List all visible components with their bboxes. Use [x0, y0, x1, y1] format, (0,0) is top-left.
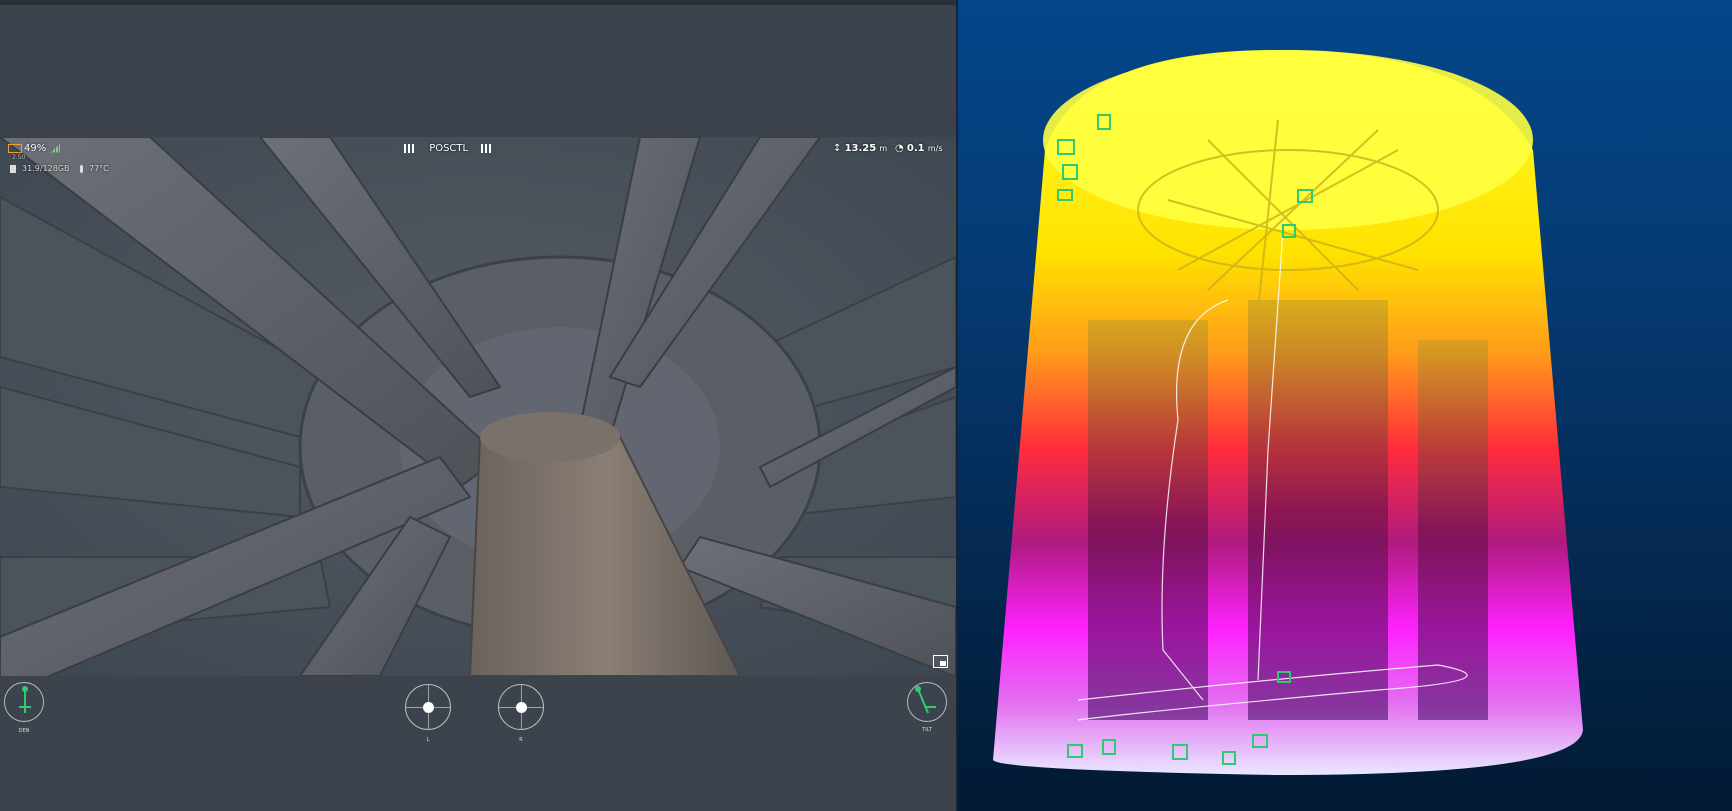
pointcloud-view[interactable]	[958, 0, 1732, 811]
drone-camera-panel: 49% 2.50 31.9/128GB 77°C POSCTL ↕ 13.25 …	[0, 0, 956, 811]
right-stick-knob[interactable]	[516, 702, 527, 713]
temperature-status: 77°C	[80, 163, 109, 175]
pip-toggle-icon[interactable]	[933, 655, 948, 668]
altitude-value: 13.25	[844, 143, 877, 154]
altitude-icon: ↕	[833, 143, 842, 154]
altitude-readout: ↕ 13.25 m	[833, 143, 887, 155]
temperature-value: 77°C	[89, 164, 109, 173]
speed-value: 0.1	[906, 143, 925, 154]
tilt-gauge-label: TILT	[922, 727, 932, 733]
speed-readout: ◔ 0.1 m/s	[895, 143, 942, 155]
sd-card-icon	[10, 164, 16, 173]
speedometer-icon: ◔	[895, 143, 904, 154]
storage-value: 31.9/128GB	[22, 164, 70, 173]
battery-percent: 49%	[24, 143, 47, 154]
right-bars-icon	[481, 143, 494, 153]
heading-gauge-label: DEN	[18, 728, 30, 734]
flight-mode-indicator[interactable]: POSCTL	[404, 143, 494, 155]
heading-gauge	[4, 682, 44, 722]
speed-unit: m/s	[927, 144, 943, 153]
right-stick-label: R	[519, 737, 523, 743]
right-stick[interactable]	[498, 684, 544, 730]
tilt-gauge	[907, 682, 947, 722]
left-stick[interactable]	[405, 684, 451, 730]
signal-icon	[50, 143, 61, 153]
pointcloud-image	[993, 50, 1583, 775]
left-stick-knob[interactable]	[423, 702, 434, 713]
left-stick-label: L	[426, 737, 430, 743]
camera-image	[0, 137, 956, 676]
camera-feed[interactable]: 49% 2.50 31.9/128GB 77°C POSCTL ↕ 13.25 …	[0, 137, 956, 676]
storage-status: 31.9/128GB	[10, 163, 69, 175]
altitude-unit: m	[879, 144, 888, 153]
flight-mode: POSCTL	[429, 143, 469, 154]
top-strip	[0, 0, 956, 5]
thermometer-icon	[80, 164, 83, 173]
left-bars-icon	[404, 143, 416, 153]
